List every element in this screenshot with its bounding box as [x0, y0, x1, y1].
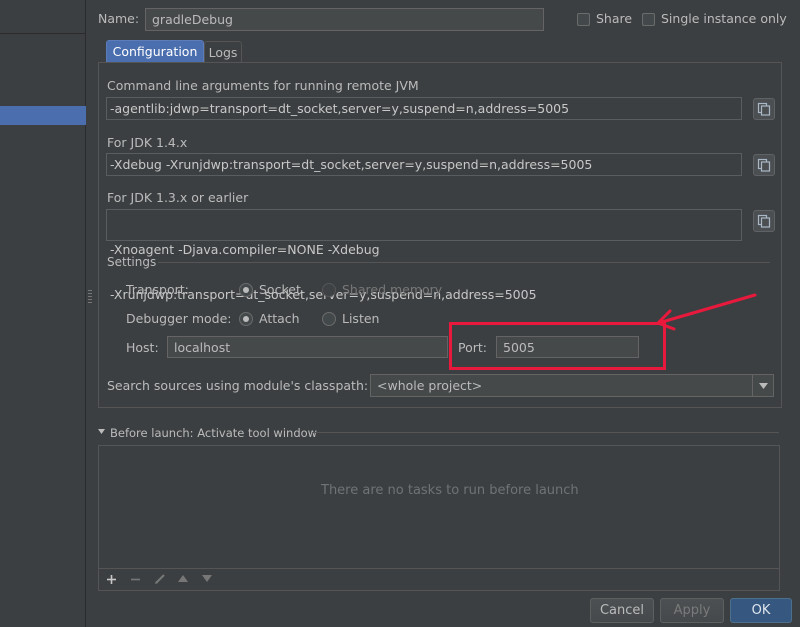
tab-configuration-label: Configuration: [112, 44, 198, 59]
before-launch-separator: [312, 432, 779, 433]
tab-configuration[interactable]: Configuration: [106, 40, 204, 62]
annotation-arrow: [656, 293, 757, 331]
arrow-down-icon[interactable]: [202, 575, 212, 582]
apply-button[interactable]: Apply: [660, 598, 724, 623]
settings-separator: [158, 262, 770, 263]
debugger-attach-radio[interactable]: [239, 312, 253, 326]
before-launch-empty-text: There are no tasks to run before launch: [321, 483, 579, 498]
tab-logs-label: Logs: [208, 44, 238, 60]
triangle-down-icon[interactable]: [98, 429, 105, 435]
jdk14-label: For JDK 1.4.x: [107, 135, 188, 150]
pencil-icon[interactable]: [154, 573, 166, 585]
classpath-select-value: <whole project>: [377, 378, 483, 393]
jdk13-label: For JDK 1.3.x or earlier: [107, 190, 249, 205]
ok-button[interactable]: OK: [730, 598, 792, 623]
tree-selected-item[interactable]: [0, 106, 86, 125]
tab-logs[interactable]: Logs: [204, 41, 242, 62]
jdk13-line1: -Xnoagent -Djava.compiler=NONE -Xdebug: [110, 242, 380, 257]
debugger-attach-label: Attach: [259, 311, 300, 326]
tree-header-divider: [0, 33, 86, 34]
host-label: Host:: [126, 340, 159, 355]
ok-button-label: OK: [751, 603, 771, 618]
remote-jvm-label: Command line arguments for running remot…: [107, 78, 419, 93]
share-label: Share: [596, 11, 633, 26]
share-checkbox[interactable]: [577, 13, 590, 26]
debugger-mode-label: Debugger mode:: [126, 311, 232, 326]
copy-icon: [757, 102, 771, 116]
before-launch-title[interactable]: Before launch: Activate tool window: [110, 426, 317, 440]
single-instance-checkbox[interactable]: [642, 13, 655, 26]
cancel-button[interactable]: Cancel: [590, 598, 654, 623]
transport-socket-label: Socket: [259, 282, 301, 297]
classpath-select[interactable]: <whole project>: [370, 374, 774, 397]
transport-label: Transport:: [126, 282, 189, 297]
chevron-down-icon: [758, 382, 768, 389]
single-instance-label: Single instance only: [661, 11, 787, 26]
splitter-handle[interactable]: [88, 290, 92, 304]
debugger-listen-radio[interactable]: [322, 312, 336, 326]
settings-title: Settings: [107, 255, 157, 269]
jdk14-field[interactable]: -Xdebug -Xrunjdwp:transport=dt_socket,se…: [106, 153, 742, 176]
name-label: Name:: [98, 11, 140, 26]
copy-remote-jvm-button[interactable]: [753, 98, 775, 120]
arrow-up-icon[interactable]: [178, 575, 188, 582]
copy-icon: [757, 214, 771, 228]
cancel-button-label: Cancel: [599, 603, 645, 618]
copy-jdk13-button[interactable]: [753, 210, 775, 232]
apply-button-label: Apply: [673, 603, 711, 618]
transport-socket-radio[interactable]: [239, 283, 253, 297]
plus-icon[interactable]: [106, 574, 117, 585]
annotation-highlight-box: [449, 322, 666, 370]
transport-shared-memory-radio[interactable]: [322, 283, 336, 297]
debugger-listen-label: Listen: [342, 311, 380, 326]
minus-icon[interactable]: [130, 574, 141, 585]
remote-jvm-field[interactable]: -agentlib:jdwp=transport=dt_socket,serve…: [106, 97, 742, 120]
classpath-label: Search sources using module's classpath:: [107, 378, 369, 393]
jdk13-field[interactable]: -Xnoagent -Djava.compiler=NONE -Xdebug -…: [106, 209, 742, 302]
name-input[interactable]: [145, 8, 544, 31]
left-tree-panel: [0, 0, 86, 627]
before-launch-task-list[interactable]: There are no tasks to run before launch: [98, 445, 780, 569]
transport-shared-memory-label: Shared memory: [342, 282, 443, 297]
copy-jdk14-button[interactable]: [753, 154, 775, 176]
classpath-dropdown-button[interactable]: [752, 375, 773, 396]
host-input[interactable]: [167, 336, 448, 358]
before-launch-toolbar: [98, 569, 780, 591]
copy-icon: [757, 158, 771, 172]
